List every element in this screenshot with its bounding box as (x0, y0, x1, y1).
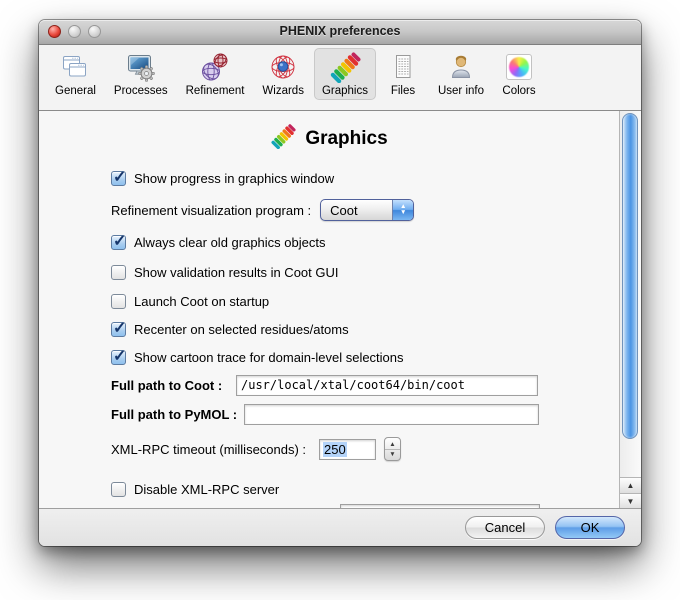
panel-heading: Graphics (39, 123, 619, 154)
dropdown-arrows-icon: ▲▼ (392, 200, 413, 220)
cartoon-trace-row: ✓ Show cartoon trace for domain-level se… (111, 345, 559, 369)
ok-button[interactable]: OK (555, 516, 625, 539)
toolbar-item-files[interactable]: Files (378, 48, 428, 100)
preferences-toolbar: General (39, 45, 641, 111)
checkbox-label: Recenter on selected residues/atoms (134, 322, 349, 337)
checkbox-label: Show progress in graphics window (134, 171, 334, 186)
monitor-gear-icon (124, 50, 158, 84)
field-label: Full path to Coot : (111, 378, 222, 393)
toolbar-label: Graphics (322, 85, 368, 97)
launch-coot-row: ✓ Launch Coot on startup (111, 289, 559, 313)
window-title: PHENIX preferences (39, 24, 641, 38)
recenter-row: ✓ Recenter on selected residues/atoms (111, 317, 559, 341)
cancel-button[interactable]: Cancel (465, 516, 545, 539)
toolbar-item-processes[interactable]: Processes (106, 48, 176, 100)
toolbar-label: General (55, 85, 96, 97)
show-progress-row: ✓ Show progress in graphics window (111, 166, 559, 190)
check-icon: ✓ (113, 318, 126, 338)
clear-objects-checkbox[interactable]: ✓ (111, 235, 126, 250)
page-title: Graphics (305, 128, 387, 150)
person-icon (444, 50, 478, 84)
dialog-footer: Cancel OK (39, 508, 641, 546)
checkbox-label: Show cartoon trace for domain-level sele… (134, 350, 404, 365)
color-wheel-icon (502, 50, 536, 84)
timeout-stepper[interactable]: ▲ ▼ (384, 437, 401, 461)
toolbar-label: Colors (502, 85, 535, 97)
stepper-up-icon[interactable]: ▲ (389, 441, 395, 448)
windows-icon (58, 50, 92, 84)
titlebar[interactable]: PHENIX preferences (39, 20, 641, 45)
dropdown-value: Coot (321, 200, 392, 220)
checkbox-label: Always clear old graphics objects (134, 235, 325, 250)
rainbow-ribbon-icon (270, 123, 296, 154)
toolbar-label: User info (438, 85, 484, 97)
clear-objects-row: ✓ Always clear old graphics objects (111, 230, 559, 254)
checkbox-label: Show validation results in Coot GUI (134, 265, 338, 280)
show-progress-checkbox[interactable]: ✓ (111, 171, 126, 186)
pymol-path-row: Full path to PyMOL : (111, 402, 559, 426)
field-label: Refinement visualization program : (111, 203, 311, 218)
xmlrpc-timeout-input[interactable]: 250 (319, 439, 376, 460)
desktop: PHENIX preferences General (0, 0, 680, 600)
molecule-spheres-icon (198, 50, 232, 84)
selected-text: 250 (323, 442, 347, 457)
coot-path-row: Full path to Coot : (111, 373, 559, 397)
toolbar-label: Wizards (262, 85, 304, 97)
preferences-content: Graphics ✓ Show progress in graphics win… (39, 111, 641, 509)
phenix-preferences-window: PHENIX preferences General (39, 20, 641, 546)
toolbar-item-colors[interactable]: Colors (494, 48, 544, 100)
validation-results-checkbox[interactable]: ✓ (111, 265, 126, 280)
launch-coot-checkbox[interactable]: ✓ (111, 294, 126, 309)
disable-xmlrpc-row: ✓ Disable XML-RPC server (111, 477, 559, 501)
check-icon: ✓ (113, 167, 126, 187)
up-arrow-icon: ▲ (627, 482, 635, 490)
down-arrow-icon: ▼ (627, 498, 635, 506)
graphics-settings-panel: Graphics ✓ Show progress in graphics win… (39, 111, 619, 509)
xmlrpc-timeout-row: XML-RPC timeout (milliseconds) : 250 ▲ ▼ (111, 437, 559, 461)
pymol-path-input[interactable] (244, 404, 539, 425)
viz-program-dropdown[interactable]: Coot ▲▼ (320, 199, 414, 221)
stepper-down-icon[interactable]: ▼ (389, 451, 395, 458)
checkbox-label: Disable XML-RPC server (134, 482, 279, 497)
check-icon: ✓ (113, 346, 126, 366)
recenter-checkbox[interactable]: ✓ (111, 322, 126, 337)
document-grid-icon (386, 50, 420, 84)
toolbar-label: Refinement (186, 85, 245, 97)
cartoon-trace-checkbox[interactable]: ✓ (111, 350, 126, 365)
toolbar-label: Files (391, 85, 415, 97)
toolbar-item-user-info[interactable]: User info (430, 48, 492, 100)
viz-program-row: Refinement visualization program : Coot … (111, 198, 559, 222)
toolbar-item-graphics[interactable]: Graphics (314, 48, 376, 100)
vertical-scrollbar[interactable]: ▲ ▼ (619, 111, 641, 509)
rainbow-ribbon-icon (328, 50, 362, 84)
scroll-down-button[interactable]: ▼ (620, 493, 641, 509)
toolbar-item-refinement[interactable]: Refinement (178, 48, 253, 100)
field-label: Full path to PyMOL : (111, 407, 237, 422)
scrollbar-thumb[interactable] (622, 113, 638, 439)
scroll-up-button[interactable]: ▲ (620, 477, 641, 493)
toolbar-item-general[interactable]: General (47, 48, 104, 100)
validation-results-row: ✓ Show validation results in Coot GUI (111, 260, 559, 284)
disable-xmlrpc-checkbox[interactable]: ✓ (111, 482, 126, 497)
toolbar-label: Processes (114, 85, 168, 97)
toolbar-item-wizards[interactable]: Wizards (254, 48, 312, 100)
checkbox-label: Launch Coot on startup (134, 294, 269, 309)
wireframe-sphere-icon (266, 50, 300, 84)
field-label: XML-RPC timeout (milliseconds) : (111, 442, 306, 457)
coot-path-input[interactable] (236, 375, 538, 396)
check-icon: ✓ (113, 231, 126, 251)
